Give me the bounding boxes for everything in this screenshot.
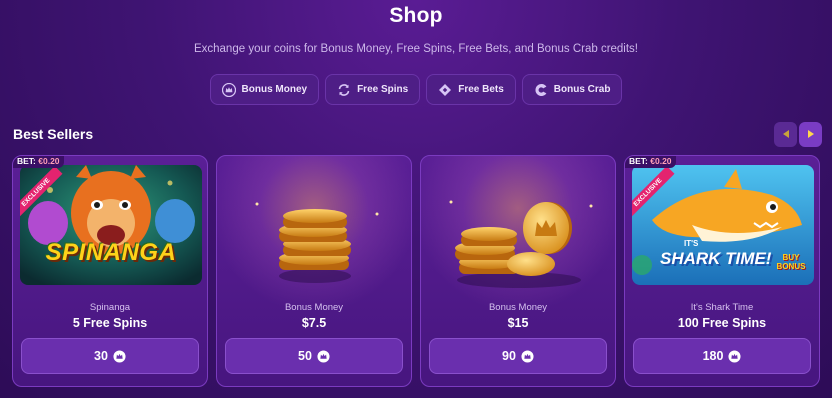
- tab-bonus-crab[interactable]: Bonus Crab: [521, 74, 623, 105]
- page-title: Shop: [389, 4, 443, 27]
- game-thumbnail-shark-time: EXCLUSIVE IT'S SHARK TIME! BUY BONUS: [632, 165, 814, 285]
- refresh-icon: [337, 83, 351, 97]
- buy-bonus-tag: BUY BONUS: [776, 253, 806, 271]
- tab-label: Free Bets: [458, 84, 504, 95]
- product-category: Bonus Money: [284, 302, 344, 313]
- product-name: $15: [507, 316, 529, 330]
- crab-claw-icon: [534, 83, 548, 97]
- tab-free-bets[interactable]: Free Bets: [426, 74, 516, 105]
- game-thumbnail-spinanga: EXCLUSIVE SPINANGA: [20, 165, 202, 285]
- product-card-spinanga[interactable]: EXCLUSIVE SPINANGA BET: €0.20 Spinanga 5…: [12, 155, 208, 387]
- crown-coin-icon: [521, 349, 534, 363]
- tab-label: Bonus Crab: [553, 84, 611, 95]
- buy-button[interactable]: 30: [21, 338, 199, 374]
- ticket-icon: [438, 83, 452, 97]
- tab-bonus-money[interactable]: Bonus Money: [209, 74, 320, 105]
- bet-label: BET: €0.20: [625, 156, 676, 168]
- price: 30: [94, 349, 108, 363]
- arrow-left-icon: [781, 126, 791, 144]
- product-card-bonus-money-15[interactable]: Bonus Money $15 90: [420, 155, 616, 387]
- product-category: It's Shark Time: [690, 302, 754, 313]
- tab-label: Bonus Money: [241, 84, 308, 95]
- game-title-art: SPINANGA: [45, 239, 177, 266]
- game-title-art: SHARK TIME!: [660, 249, 772, 268]
- carousel-controls: [774, 122, 822, 147]
- game-title-top: IT'S: [684, 239, 699, 248]
- product-name: 100 Free Spins: [677, 316, 767, 330]
- crown-coin-icon: [728, 349, 741, 363]
- tab-label: Free Spins: [357, 84, 409, 95]
- product-name: 5 Free Spins: [72, 316, 148, 330]
- best-sellers-list: EXCLUSIVE SPINANGA BET: €0.20 Spinanga 5…: [12, 155, 820, 387]
- product-card-bonus-money-7-5[interactable]: Bonus Money $7.5 50: [216, 155, 412, 387]
- page-subtitle: Exchange your coins for Bonus Money, Fre…: [193, 43, 639, 55]
- price: 50: [298, 349, 312, 363]
- crown-coin-icon: [113, 349, 126, 363]
- price: 180: [702, 349, 724, 363]
- product-name: $7.5: [301, 316, 327, 330]
- category-tabs: Bonus Money Free Spins Free Bets Bonus C…: [0, 74, 832, 105]
- crown-icon: [221, 82, 236, 97]
- carousel-next-button[interactable]: [799, 122, 822, 147]
- coin-stack-image: [217, 184, 411, 294]
- price: 90: [502, 349, 516, 363]
- buy-button[interactable]: 50: [225, 338, 403, 374]
- carousel-prev-button[interactable]: [774, 122, 797, 147]
- arrow-right-icon: [806, 126, 816, 144]
- tab-free-spins[interactable]: Free Spins: [325, 74, 421, 105]
- buy-button[interactable]: 90: [429, 338, 607, 374]
- bet-label: BET: €0.20: [13, 156, 64, 168]
- product-category: Bonus Money: [488, 302, 548, 313]
- coin-pile-image: [421, 184, 615, 294]
- section-title: Best Sellers: [13, 126, 94, 142]
- buy-button[interactable]: 180: [633, 338, 811, 374]
- product-card-shark-time[interactable]: EXCLUSIVE IT'S SHARK TIME! BUY BONUS BET…: [624, 155, 820, 387]
- product-category: Spinanga: [89, 302, 131, 313]
- crown-coin-icon: [317, 349, 330, 363]
